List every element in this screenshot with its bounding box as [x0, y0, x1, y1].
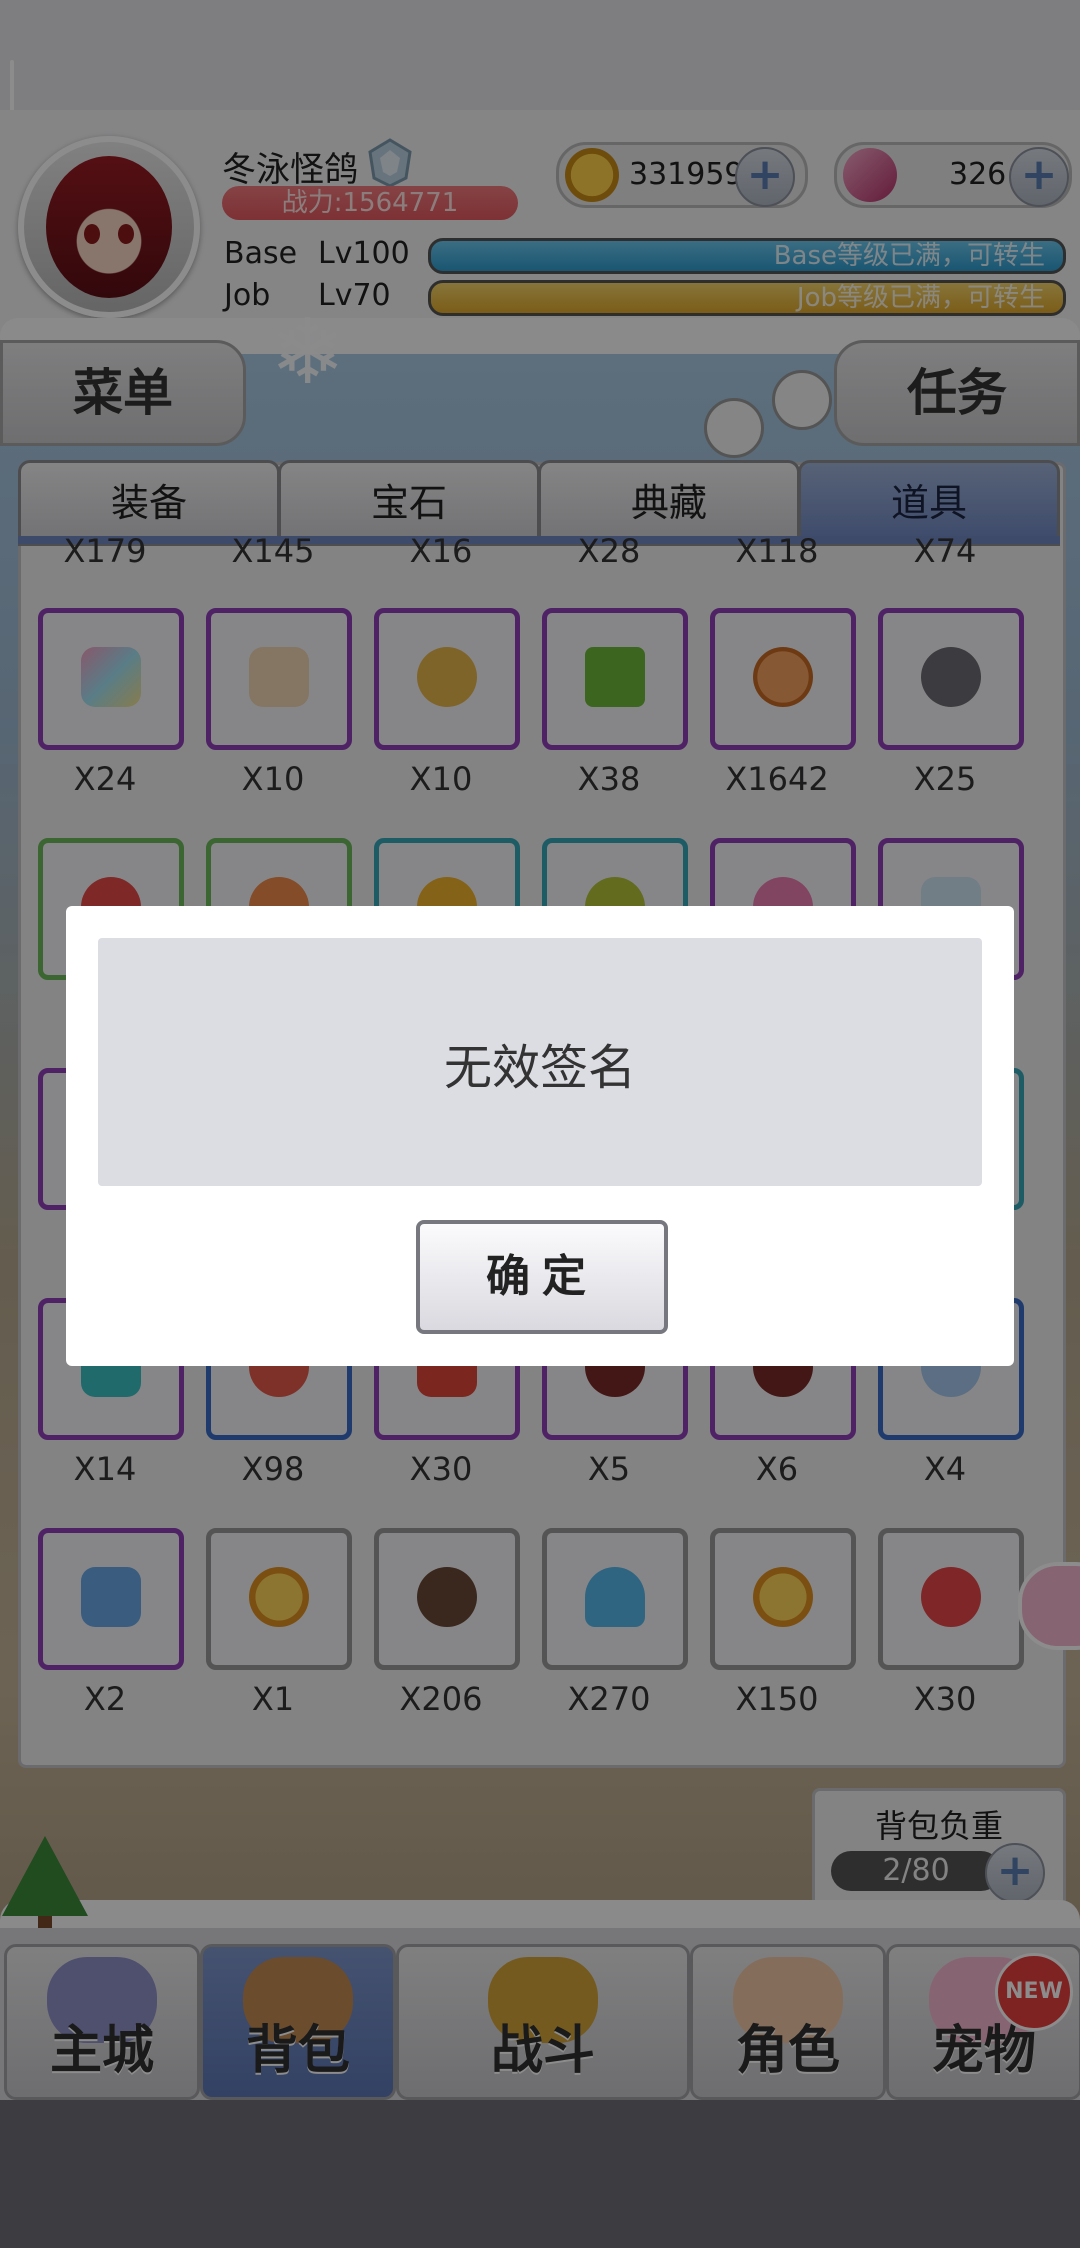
alert-dialog: 无效签名 确定: [66, 906, 1014, 1366]
dialog-message-box: 无效签名: [98, 938, 982, 1186]
dialog-message: 无效签名: [443, 1040, 636, 1096]
confirm-button[interactable]: 确定: [416, 1220, 668, 1334]
